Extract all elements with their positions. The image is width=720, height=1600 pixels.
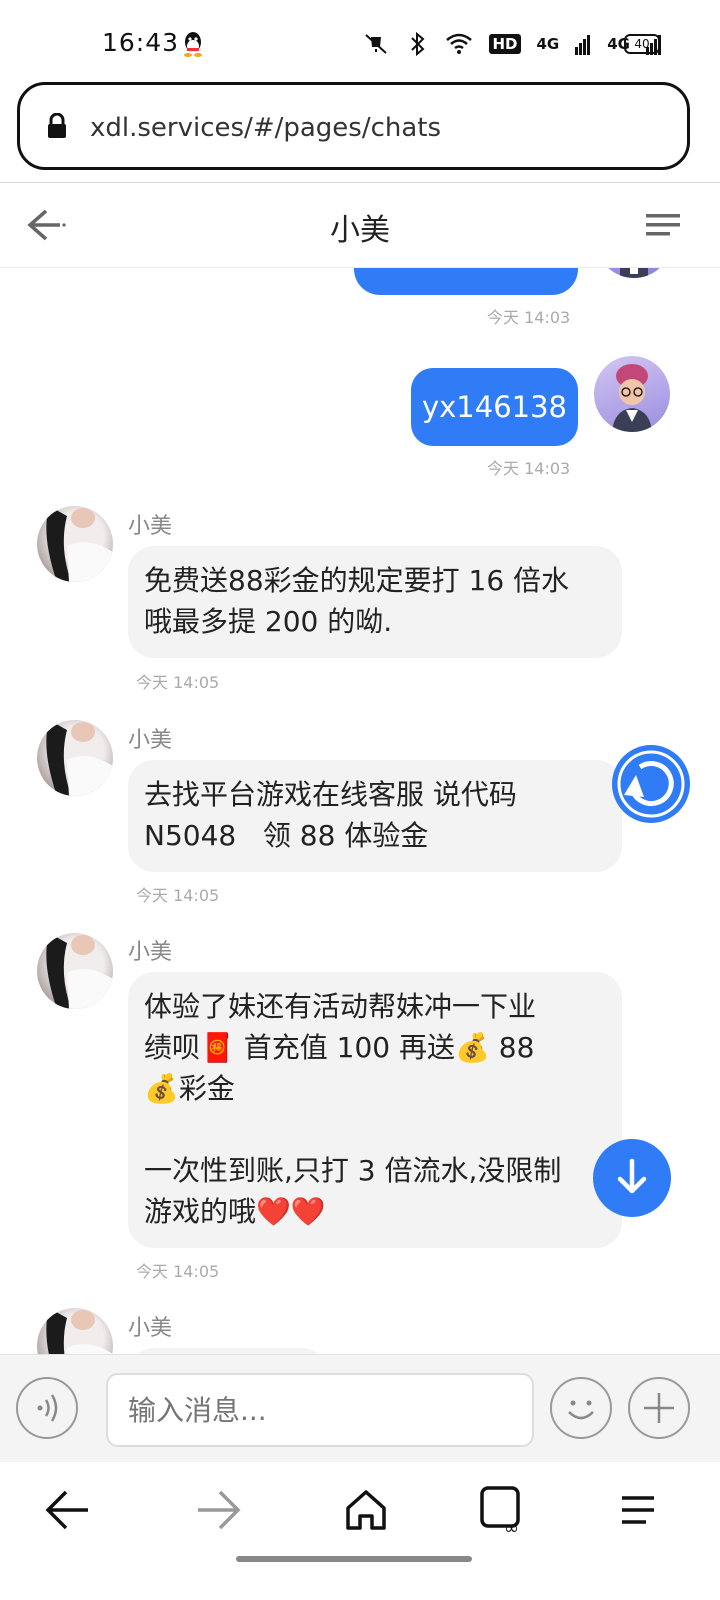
message-bubble-outgoing[interactable]	[354, 268, 578, 295]
refresh-icon	[617, 750, 685, 818]
hd-badge: HD	[489, 34, 521, 54]
status-time: 16:43	[102, 28, 180, 57]
sender-name: 小美	[128, 1316, 173, 1341]
avatar[interactable]	[596, 268, 672, 278]
address-bar[interactable]: xdl.services/#/pages/chats	[17, 82, 690, 170]
avatar[interactable]	[37, 506, 113, 582]
avatar[interactable]	[37, 1308, 113, 1354]
emoji-icon	[568, 1400, 594, 1420]
message-timestamp: 今天 14:05	[136, 886, 220, 905]
message-timestamp: 今天 14:05	[136, 673, 220, 692]
emoji-button[interactable]	[550, 1377, 612, 1439]
menu-icon[interactable]	[644, 209, 682, 241]
scroll-to-bottom-button[interactable]	[593, 1139, 671, 1217]
mute-vibrate-icon	[365, 34, 388, 54]
message-timestamp: 今天 14:05	[136, 1262, 220, 1281]
attach-button[interactable]	[628, 1377, 690, 1439]
chat-header: 小美	[0, 182, 720, 268]
browser-forward-icon[interactable]	[188, 1480, 248, 1540]
avatar[interactable]	[37, 720, 113, 796]
message-bubble-incoming[interactable]: 免费送88彩金的规定要打 16 倍水 哦最多提 200 的呦.	[128, 546, 622, 658]
voice-icon	[37, 1394, 58, 1422]
message-bubble-incoming[interactable]: 去找平台游戏在线客服 说代码 N5048 领 88 体验金	[128, 760, 622, 872]
home-indicator[interactable]	[236, 1556, 472, 1562]
message-bubble-outgoing[interactable]: yx146138	[411, 368, 578, 446]
message-timestamp: 今天 14:03	[487, 308, 571, 327]
plus-icon	[644, 1393, 674, 1423]
home-icon[interactable]	[336, 1480, 396, 1540]
chat-title: 小美	[330, 213, 390, 248]
message-bubble-incoming[interactable]: 体验了妹还有活动帮妹冲一下业 绩呗🧧 首充值 100 再送💰 88 💰彩金 一次…	[128, 972, 622, 1248]
avatar[interactable]	[37, 933, 113, 1009]
message-input[interactable]	[106, 1373, 534, 1447]
url-text[interactable]: xdl.services/#/pages/chats	[90, 113, 441, 143]
sender-name: 小美	[128, 940, 173, 965]
avatar[interactable]	[594, 356, 670, 432]
sender-name: 小美	[128, 514, 173, 539]
svg-text:∞: ∞	[504, 1518, 519, 1539]
network-type-1: 4G	[536, 35, 560, 53]
message-composer	[0, 1354, 720, 1462]
signal-icon	[575, 35, 591, 55]
arrow-down-icon	[617, 1158, 647, 1194]
refresh-button[interactable]	[612, 745, 690, 823]
browser-back-icon[interactable]	[38, 1480, 98, 1540]
message-list[interactable]: 今天 14:03 yx146138 今天 14:03 小美 免费送88彩金的规定…	[0, 268, 720, 1354]
wifi-icon	[446, 33, 473, 54]
tabs-icon[interactable]: ∞	[474, 1480, 534, 1540]
battery-icon: 40	[624, 34, 660, 54]
lock-icon	[48, 113, 66, 138]
status-bar: 16:43 HD 4G 4G 40	[0, 0, 720, 84]
message-timestamp: 今天 14:03	[487, 459, 571, 478]
message-text: yx146138	[421, 390, 568, 424]
browser-toolbar: ∞	[0, 1462, 720, 1600]
bluetooth-icon	[411, 31, 425, 57]
qq-icon	[184, 32, 202, 57]
voice-button[interactable]	[16, 1377, 78, 1439]
browser-menu-icon[interactable]	[608, 1480, 668, 1540]
sender-name: 小美	[128, 728, 173, 753]
